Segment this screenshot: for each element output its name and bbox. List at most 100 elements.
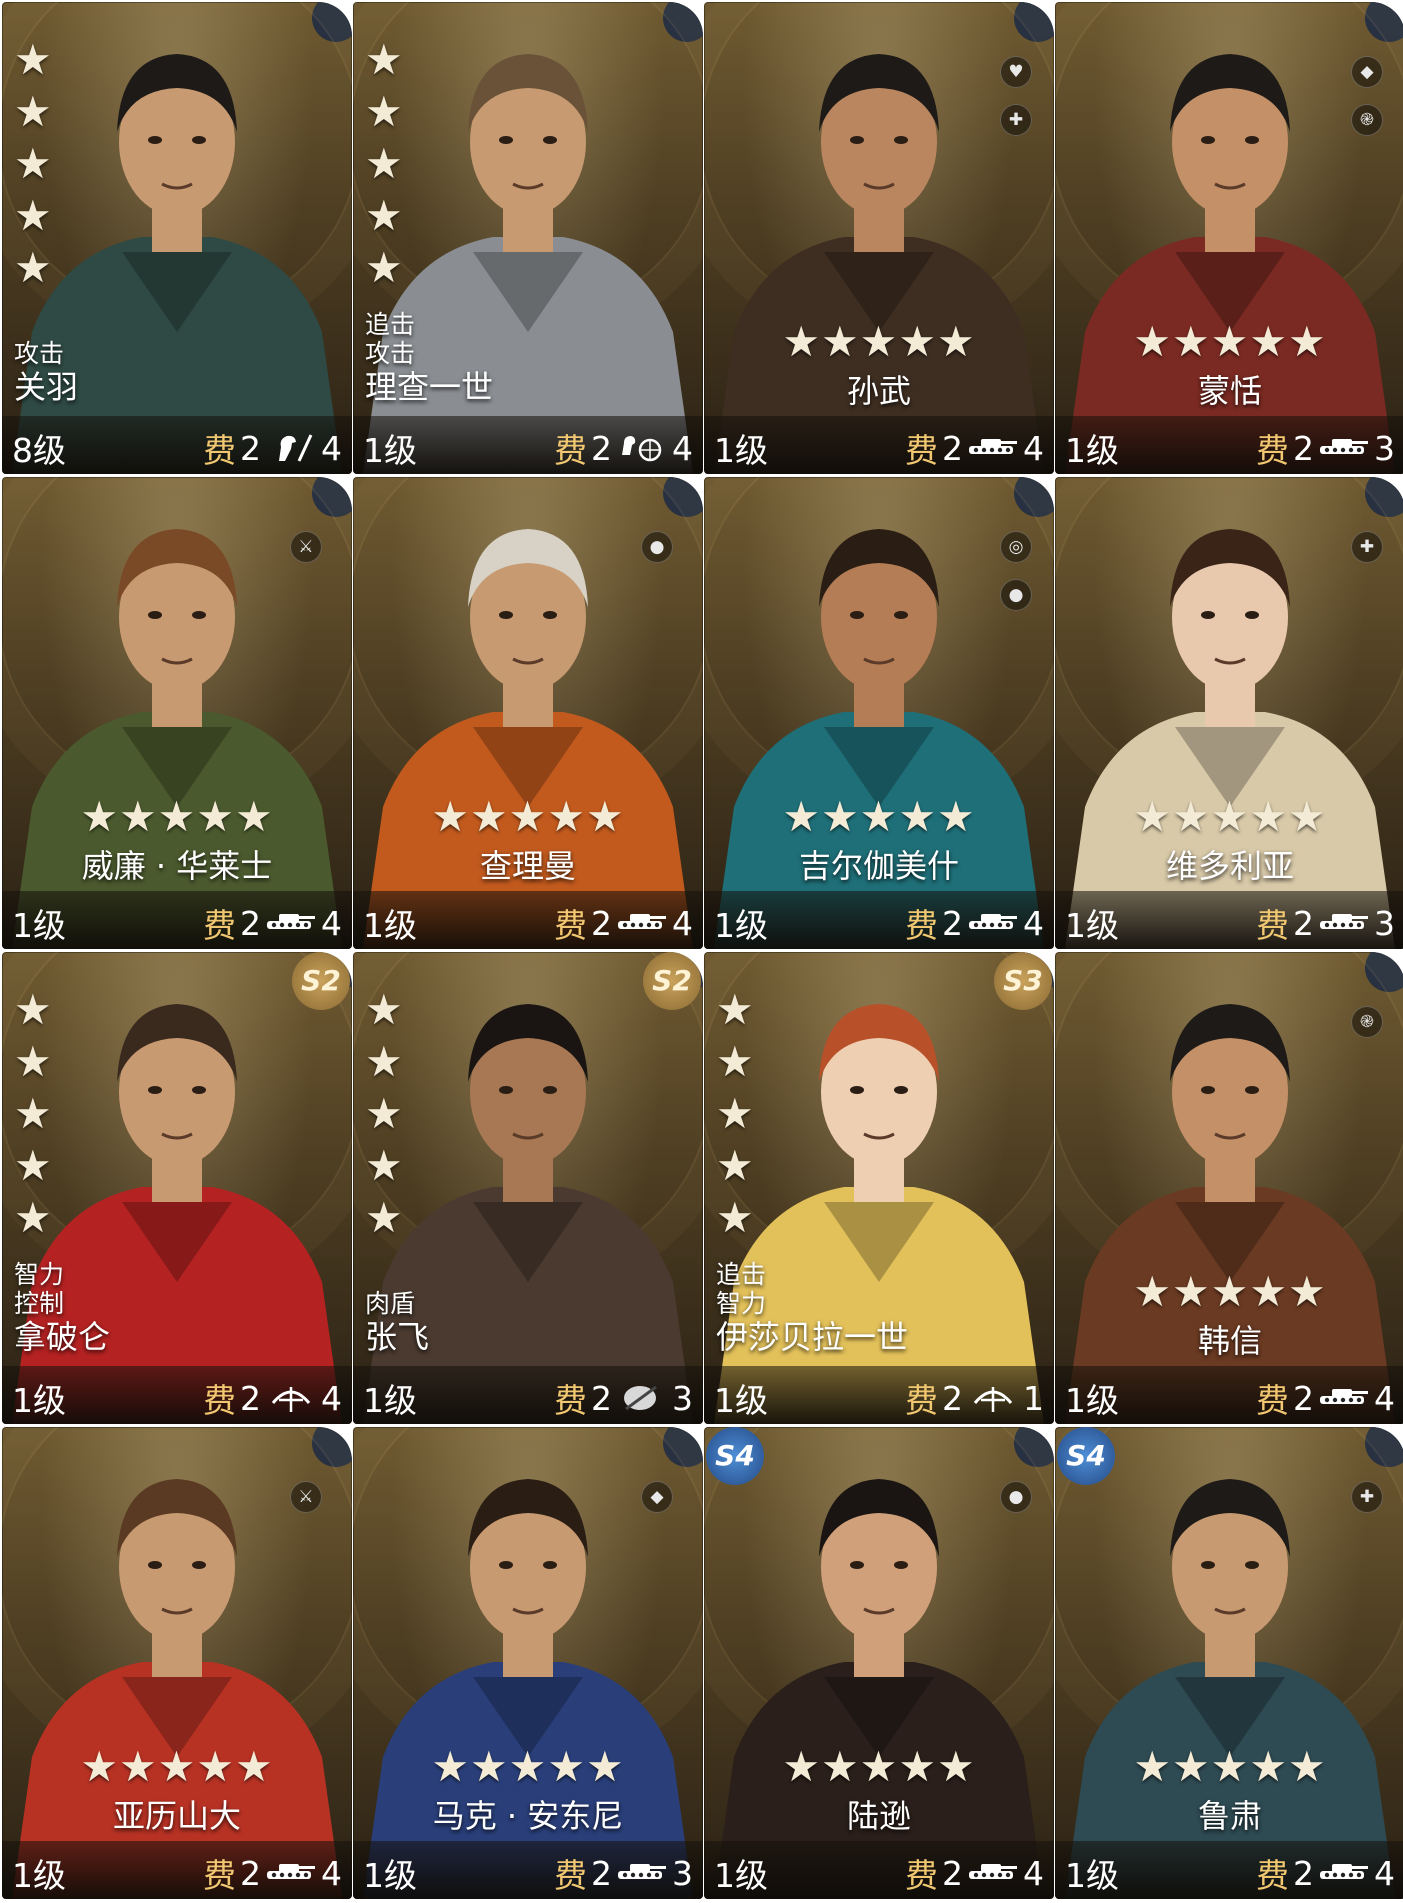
cost-value: 2 [240, 1853, 261, 1893]
hero-card[interactable]: ⚔ ★★★★★ 亚历山大 1级 费 2 4 [2, 1427, 352, 1899]
hero-name: 关羽 [14, 368, 79, 406]
star-rating: ★★★★★ [14, 38, 52, 290]
star-icon: ★ [14, 35, 52, 84]
shield-plus-icon[interactable]: ✚ [1351, 1481, 1383, 1513]
shield-plus-icon[interactable]: ✚ [1351, 531, 1383, 563]
hero-info: 攻击 关羽 [14, 339, 78, 406]
star-icon: ★ [365, 35, 403, 84]
hero-card[interactable]: ● ★★★★★ 查理曼 1级 费 2 4 [353, 477, 703, 949]
card-footer: 1级 费 2 4 [2, 1841, 352, 1899]
hero-name: 韩信 [1197, 1322, 1262, 1360]
star-rating: ★★★★★ [80, 792, 274, 841]
cost-value: 2 [591, 428, 612, 468]
sword-icon[interactable]: ⚔ [290, 531, 322, 563]
unit-count: 4 [1023, 1853, 1044, 1893]
season-badge: S2 [643, 952, 701, 1010]
tank-icon [267, 914, 315, 929]
fist-icon[interactable]: ● [641, 531, 673, 563]
card-footer: 1级 费 2 4 [704, 1841, 1054, 1899]
cost-value: 2 [591, 1378, 612, 1418]
hero-card[interactable]: ★ ★ ★ ★ ★ 追击 攻击 理查一世 1级费 2 4 [353, 2, 703, 474]
shield-icon[interactable]: ◆ [641, 1481, 673, 1513]
hero-level: 1级 [714, 1856, 768, 1895]
hero-card[interactable]: S2 ★ ★ ★ ★ ★ 智力 控制 拿破仑 1级费 2 4 [2, 952, 352, 1424]
fist-icon[interactable]: ● [1000, 1481, 1032, 1513]
cost-info: 费2 4 [203, 1374, 342, 1422]
hero-name: 鲁肃 [1197, 1797, 1262, 1835]
star-icon: ★ [14, 985, 52, 1034]
cost-value: 2 [1293, 1378, 1314, 1418]
hero-name: 蒙恬 [1197, 372, 1262, 410]
hero-info: 智力 控制 拿破仑 [14, 1260, 110, 1356]
cost-info: 费2 4 [554, 424, 693, 472]
star-rating: ★★★★★ [716, 988, 754, 1240]
sword-icon[interactable]: ⚔ [290, 1481, 322, 1513]
star-icon: ★ [365, 243, 403, 292]
cost-info: 费2 4 [203, 424, 342, 472]
cost-value: 2 [1293, 1853, 1314, 1893]
spiral-icon[interactable]: ֎ [1351, 1006, 1383, 1038]
spiral-icon[interactable]: ֎ [1351, 104, 1383, 136]
star-rating: ★★★★★ [1133, 1742, 1327, 1791]
hero-tag: 攻击 [365, 339, 416, 368]
cost-info: 费2 4 [905, 899, 1044, 947]
star-icon: ★ [365, 1037, 403, 1086]
hero-card[interactable]: ♥ ✚ ★★★★★ 孙武 1级 费 2 4 [704, 2, 1054, 474]
hero-card[interactable]: ✚ ★★★★★ 维多利亚 1级 费 2 3 [1055, 477, 1403, 949]
cost-label: 费 [1256, 906, 1289, 945]
shield-icon[interactable]: ◆ [1351, 56, 1383, 88]
hero-card[interactable]: ◆ ★★★★★ 马克 · 安东尼 1级 费 2 3 [353, 1427, 703, 1899]
cost-value: 2 [942, 428, 963, 468]
hero-level: 1级 [12, 1856, 66, 1895]
unit-count: 3 [672, 1378, 693, 1418]
cost-label: 费 [203, 1381, 236, 1420]
hero-card[interactable]: ⚔ ★★★★★ 威廉 · 华莱士 1级 费 2 4 [2, 477, 352, 949]
hero-name: 拿破仑 [14, 1318, 111, 1356]
cost-label: 费 [905, 1856, 938, 1895]
star-rating: ★★★★★ [431, 792, 625, 841]
fist-icon[interactable]: ● [1000, 579, 1032, 611]
star-icon: ★ [716, 1141, 754, 1190]
cost-label: 费 [905, 906, 938, 945]
unit-count: 4 [321, 1378, 342, 1418]
cost-info: 费2 1 [905, 1374, 1044, 1422]
card-footer: 1级 费 2 1 [704, 1366, 1054, 1424]
cost-label: 费 [1256, 1856, 1289, 1895]
cost-value: 2 [1293, 903, 1314, 943]
cost-label: 费 [203, 906, 236, 945]
hero-card[interactable]: ֎ ★★★★★ 韩信 1级 费 2 4 [1055, 952, 1403, 1424]
hero-card[interactable]: S4 ● ★★★★★ 陆逊 1级 费 2 4 [704, 1427, 1054, 1899]
cost-info: 费2 4 [1256, 1374, 1395, 1422]
hero-card[interactable]: S2 ★ ★ ★ ★ ★ 肉盾 张飞 1级费 2 3 [353, 952, 703, 1424]
chariot-icon [622, 436, 662, 462]
cost-value: 2 [1293, 428, 1314, 468]
tank-icon [969, 1864, 1017, 1879]
hero-card[interactable]: S4 ✚ ★★★★★ 鲁肃 1级 费 2 4 [1055, 1427, 1403, 1899]
hero-level: 1级 [363, 431, 417, 470]
hero-level: 1级 [363, 1381, 417, 1420]
hero-card[interactable]: S3 ★ ★ ★ ★ ★ 追击 智力 伊莎贝拉一世 1级费 2 1 [704, 952, 1054, 1424]
hero-name: 亚历山大 [112, 1797, 241, 1835]
hero-tag: 追击 [365, 310, 416, 339]
cost-label: 费 [554, 1381, 587, 1420]
star-icon: ★ [14, 1193, 52, 1242]
tank-icon [1320, 914, 1368, 929]
star-icon: ★ [14, 139, 52, 188]
hero-name: 孙武 [846, 372, 911, 410]
card-footer: 1级 费 2 3 [1055, 416, 1403, 474]
hero-card[interactable]: ◎ ● ★★★★★ 吉尔伽美什 1级 费 2 4 [704, 477, 1054, 949]
hero-card[interactable]: ★ ★ ★ ★ ★ 攻击 关羽 8级费 2 4 [2, 2, 352, 474]
target-icon[interactable]: ◎ [1000, 531, 1032, 563]
cost-label: 费 [554, 1856, 587, 1895]
hero-level: 1级 [363, 906, 417, 945]
hero-card[interactable]: ◆ ֎ ★★★★★ 蒙恬 1级 费 2 3 [1055, 2, 1403, 474]
tank-icon [618, 1864, 666, 1879]
heal-icon[interactable]: ♥ [1000, 56, 1032, 88]
cost-info: 费2 4 [554, 899, 693, 947]
shield-plus-icon[interactable]: ✚ [1000, 104, 1032, 136]
crossbow-icon [271, 1387, 311, 1412]
hero-card-grid: ★ ★ ★ ★ ★ 攻击 关羽 8级费 2 4 ★ ★ ★ ★ ★ 追击 攻击 理查一世 1级费 2 4 ♥ ✚ ★★★★★ 孙… [0, 0, 1403, 1903]
unit-count: 4 [321, 903, 342, 943]
unit-count: 1 [1023, 1378, 1044, 1418]
cost-info: 费2 4 [1256, 1849, 1395, 1897]
